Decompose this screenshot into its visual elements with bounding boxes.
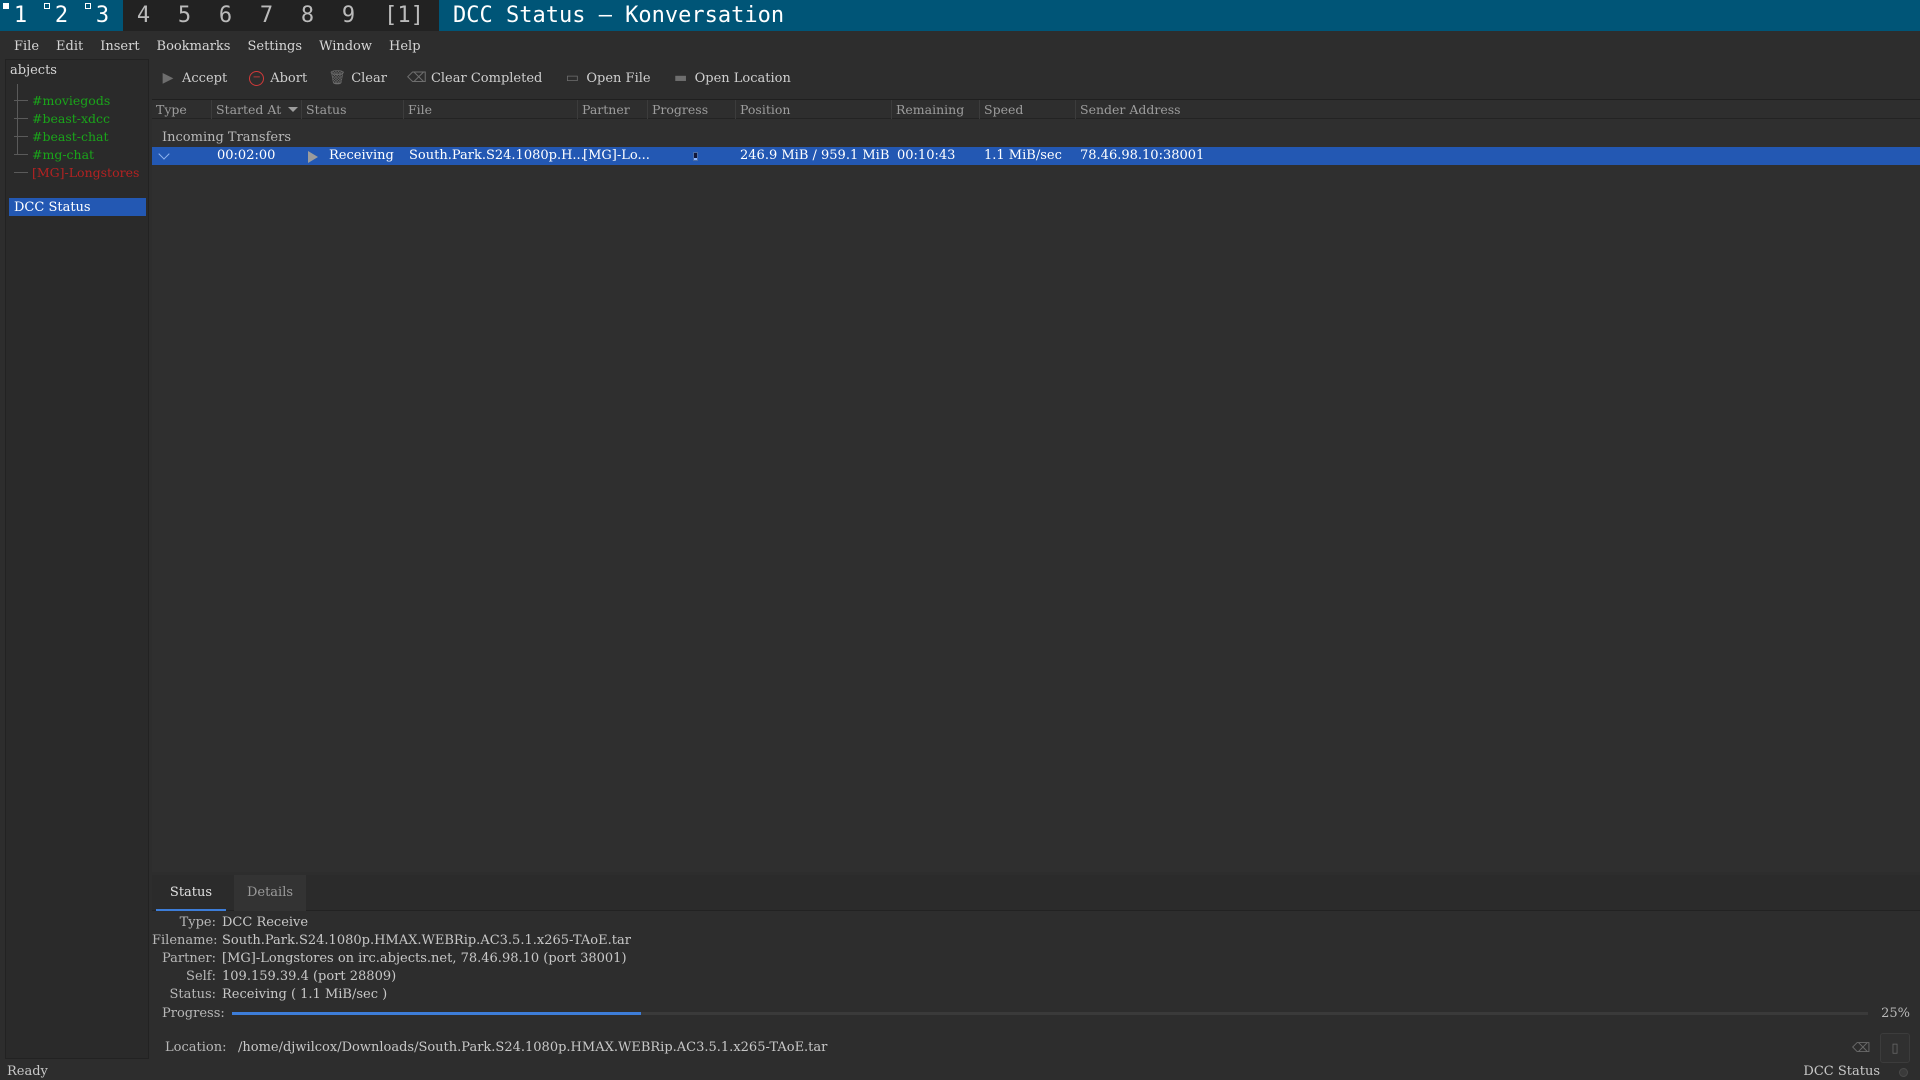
clear-icon: ⌫	[407, 70, 427, 86]
table-row[interactable]: 00:02:00 Receiving South.Park.S24.1080p.…	[152, 147, 1920, 165]
detail-tabs: Status Details	[152, 875, 1920, 911]
workspace-4[interactable]: 4	[123, 0, 164, 31]
progress-bar	[232, 1012, 1868, 1015]
status-panel: Type: DCC Receive Filename: South.Park.S24…	[152, 911, 1920, 1063]
clear-button[interactable]: 🗑 Clear	[328, 70, 387, 86]
konversation-window: File Edit Insert Bookmarks Settings Wind…	[0, 31, 1920, 1080]
column-sender-address[interactable]: Sender Address	[1076, 100, 1276, 119]
column-partner[interactable]: Partner	[578, 100, 648, 119]
menu-window[interactable]: Window	[319, 39, 372, 54]
tree-dcc-status[interactable]: DCC Status	[9, 198, 146, 216]
play-icon: ▶	[162, 70, 174, 86]
progress-bar-fill	[232, 1012, 641, 1015]
chevron-down-icon[interactable]	[158, 148, 170, 160]
tree-channel-mg-chat[interactable]: #mg-chat	[14, 145, 94, 163]
open-location-button[interactable]: ▬ Open Location	[673, 70, 791, 86]
tab-details[interactable]: Details	[234, 875, 306, 911]
menu-bar: File Edit Insert Bookmarks Settings Wind…	[0, 35, 438, 57]
cell-sender-address: 78.46.98.10:38001	[1080, 148, 1205, 163]
progress-percent: 25%	[1881, 1006, 1910, 1021]
cell-started-at: 00:02:00	[217, 148, 276, 163]
column-file[interactable]: File	[404, 100, 578, 119]
menu-bookmarks[interactable]: Bookmarks	[157, 39, 231, 54]
column-position[interactable]: Position	[736, 100, 892, 119]
workspace-6[interactable]: 6	[205, 0, 246, 31]
layout-indicator[interactable]: [1]	[369, 0, 439, 31]
menu-insert[interactable]: Insert	[100, 39, 139, 54]
group-incoming-transfers: Incoming Transfers	[162, 130, 291, 145]
top-bar: 1 2 3 4 5 6 7 8 9 [1] DCC Status — Konve…	[0, 0, 1920, 31]
workspace-8[interactable]: 8	[287, 0, 328, 31]
away-status-icon[interactable]	[1899, 1068, 1908, 1077]
workspace-9[interactable]: 9	[328, 0, 369, 31]
detail-type: Type: DCC Receive	[179, 915, 309, 930]
menu-file[interactable]: File	[14, 39, 39, 54]
tree-network-abjects[interactable]: abjects	[10, 63, 57, 78]
workspace-occupied-icon	[3, 3, 9, 9]
trash-icon: 🗑	[328, 70, 347, 86]
column-progress[interactable]: Progress	[648, 100, 736, 119]
workspace-occupied-icon	[44, 3, 50, 9]
detail-partner: Partner: [MG]-Longstores on irc.abjects.n…	[161, 951, 627, 966]
accept-button[interactable]: ▶ Accept	[160, 70, 228, 86]
open-file-icon[interactable]: ▯	[1880, 1033, 1910, 1063]
folder-icon: ▬	[673, 70, 688, 86]
workspace-7[interactable]: 7	[246, 0, 287, 31]
workspace-1[interactable]: 1	[0, 0, 41, 31]
detail-status: Status: Receiving ( 1.1 MiB/sec )	[169, 987, 388, 1002]
file-icon: ▭	[565, 70, 579, 86]
open-file-button[interactable]: ▭ Open File	[564, 70, 651, 86]
cell-progress-bar	[693, 152, 698, 161]
detail-progress: Progress: 25%	[162, 1006, 1910, 1021]
tree-channel-beast-xdcc[interactable]: #beast-xdcc	[14, 109, 110, 127]
dcc-toolbar: ▶ Accept − Abort 🗑 Clear ⌫ Clear Completed ▭…	[160, 63, 813, 93]
cell-status: Receiving	[329, 148, 394, 163]
detail-location: Location: /home/djwilcox/Downloads/South…	[152, 1033, 1920, 1063]
tab-status[interactable]: Status	[156, 875, 226, 911]
receiving-icon	[308, 151, 318, 163]
cell-remaining: 00:10:43	[897, 148, 956, 163]
workspace-3[interactable]: 3	[82, 0, 123, 31]
status-bar: Ready DCC Status	[0, 1064, 1920, 1080]
status-view: DCC Status	[1803, 1064, 1880, 1079]
cell-partner: [MG]-Lo...	[583, 148, 650, 163]
window-title: DCC Status — Konversation	[453, 3, 785, 28]
menu-edit[interactable]: Edit	[56, 39, 83, 54]
workspace-occupied-icon	[85, 3, 91, 9]
view-tree: abjects #moviegods #beast-xdcc #beast-ch…	[5, 59, 149, 1059]
sort-descending-icon	[288, 107, 298, 112]
cell-speed: 1.1 MiB/sec	[984, 148, 1062, 163]
clear-completed-button[interactable]: ⌫ Clear Completed	[407, 70, 542, 86]
abort-icon: −	[249, 70, 265, 86]
column-speed[interactable]: Speed	[980, 100, 1076, 119]
column-started-at[interactable]: Started At	[212, 100, 302, 119]
status-ready: Ready	[7, 1064, 48, 1079]
menu-help[interactable]: Help	[389, 39, 421, 54]
cell-file: South.Park.S24.1080p.H...	[409, 148, 585, 163]
tree-channel-beast-chat[interactable]: #beast-chat	[14, 127, 109, 145]
detail-self: Self: 109.159.39.4 (port 28809)	[186, 969, 397, 984]
tree-query-longstores[interactable]: [MG]-Longstores	[14, 163, 139, 181]
clear-field-icon[interactable]: ⌫	[1852, 1041, 1870, 1056]
workspace-2[interactable]: 2	[41, 0, 82, 31]
cell-position: 246.9 MiB / 959.1 MiB	[740, 148, 890, 163]
table-header: Type Started At Status File Partner Prog…	[152, 100, 1920, 119]
column-remaining[interactable]: Remaining	[892, 100, 980, 119]
detail-filename: Filename: South.Park.S24.1080p.HMAX.WEBRi…	[152, 933, 631, 948]
menu-settings[interactable]: Settings	[247, 39, 302, 54]
location-value[interactable]: /home/djwilcox/Downloads/South.Park.S24.…	[238, 1040, 827, 1055]
column-status[interactable]: Status	[302, 100, 404, 119]
tree-channel-moviegods[interactable]: #moviegods	[14, 91, 110, 109]
abort-button[interactable]: − Abort	[249, 70, 307, 86]
transfer-table: Type Started At Status File Partner Prog…	[152, 99, 1920, 872]
workspace-5[interactable]: 5	[164, 0, 205, 31]
column-type[interactable]: Type	[152, 100, 212, 119]
